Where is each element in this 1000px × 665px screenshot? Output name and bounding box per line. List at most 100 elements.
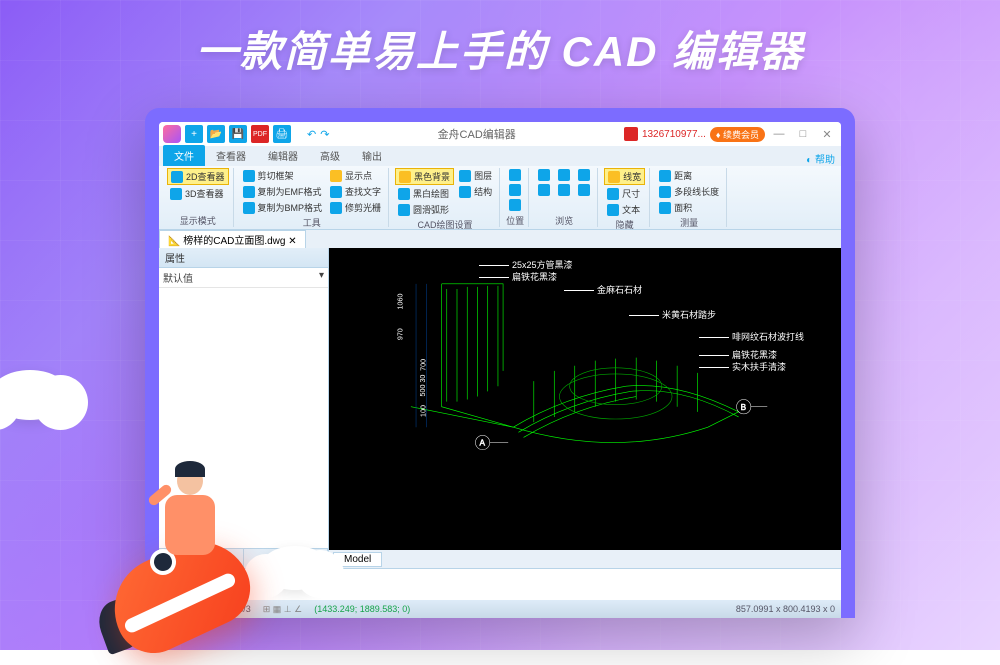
annotation: 实木扶手清漆 bbox=[699, 360, 786, 373]
svg-text:700: 700 bbox=[419, 359, 427, 371]
ribbon-tab[interactable]: 高级 bbox=[309, 145, 351, 166]
ribbon-group-label: 工具 bbox=[240, 215, 385, 229]
file-tabs: 📐 榜样的CAD立面图.dwg ✕ bbox=[159, 230, 841, 248]
ribbon-item-icon bbox=[659, 202, 671, 214]
ribbon-item[interactable] bbox=[535, 168, 553, 182]
new-button[interactable]: + bbox=[185, 125, 203, 143]
close-button[interactable]: ✕ bbox=[817, 128, 837, 141]
ribbon-item[interactable] bbox=[506, 198, 524, 212]
svg-text:A: A bbox=[480, 439, 486, 448]
ribbon-item[interactable]: 结构 bbox=[456, 184, 495, 199]
file-tab[interactable]: 📐 榜样的CAD立面图.dwg ✕ bbox=[159, 230, 306, 248]
ribbon-item[interactable]: 距离 bbox=[656, 168, 722, 183]
ribbon-item[interactable]: 2D查看器 bbox=[167, 168, 229, 185]
ribbon-tab[interactable]: 输出 bbox=[351, 145, 393, 166]
ribbon-item-icon bbox=[330, 170, 342, 182]
phone-number: 1326710977... bbox=[642, 129, 706, 140]
ribbon-group: 线宽尺寸文本隐藏 bbox=[600, 168, 650, 227]
ribbon: 2D查看器3D查看器显示模式 剪切框架复制为EMF格式复制为BMP格式 显示点查找文… bbox=[159, 166, 841, 230]
ribbon-item[interactable] bbox=[506, 168, 524, 182]
ribbon-item-icon bbox=[509, 184, 521, 196]
svg-text:B: B bbox=[741, 403, 747, 412]
help-link[interactable]: ◐ 帮助 bbox=[806, 151, 835, 166]
svg-text:100: 100 bbox=[419, 405, 427, 417]
ribbon-item[interactable] bbox=[555, 183, 573, 197]
ribbon-tabs: 文件查看器编辑器高级输出 ◐ 帮助 bbox=[159, 146, 841, 166]
drawing-canvas[interactable]: 1060 970 700 500 30 100 A B 25x25方管黑漆 扁铁… bbox=[329, 248, 841, 550]
ribbon-item[interactable]: 图层 bbox=[456, 168, 495, 183]
status-extent: 857.0991 x 800.4193 x 0 bbox=[736, 604, 835, 614]
ribbon-item-icon bbox=[659, 170, 671, 182]
ribbon-item-icon bbox=[608, 171, 620, 183]
ribbon-group-label: 隐藏 bbox=[604, 217, 645, 231]
ribbon-item[interactable]: 修剪光栅 bbox=[327, 200, 384, 215]
member-badge[interactable]: ♦ 续费会员 bbox=[710, 127, 765, 142]
save-button[interactable]: 💾 bbox=[229, 125, 247, 143]
ribbon-item[interactable] bbox=[575, 183, 593, 197]
ribbon-item[interactable]: 3D查看器 bbox=[167, 186, 229, 201]
ribbon-item[interactable] bbox=[506, 183, 524, 197]
ribbon-item-icon bbox=[459, 186, 471, 198]
ribbon-item[interactable]: 圆滑弧形 bbox=[395, 202, 454, 217]
ribbon-group: 黑色背景黑白绘图圆滑弧形图层结构CAD绘图设置 bbox=[391, 168, 500, 227]
ribbon-item-icon bbox=[509, 169, 521, 181]
ribbon-item[interactable]: 黑白绘图 bbox=[395, 186, 454, 201]
status-coords: (1433.249; 1889.583; 0) bbox=[314, 604, 410, 614]
ribbon-group-label: 显示模式 bbox=[167, 213, 229, 227]
ribbon-item[interactable] bbox=[555, 168, 573, 182]
ribbon-item[interactable]: 尺寸 bbox=[604, 186, 645, 201]
ribbon-item-icon bbox=[330, 186, 342, 198]
ribbon-group-label: 测量 bbox=[656, 215, 722, 229]
ribbon-item[interactable] bbox=[535, 183, 553, 197]
annotation: 米黄石材踏步 bbox=[629, 308, 716, 321]
ribbon-group: 浏览 bbox=[531, 168, 598, 227]
pdf-button[interactable]: PDF bbox=[251, 125, 269, 143]
ribbon-item-icon bbox=[538, 169, 550, 181]
ribbon-item[interactable]: 文本 bbox=[604, 202, 645, 217]
redo-icon[interactable]: ↷ bbox=[320, 128, 329, 141]
ribbon-item[interactable]: 显示点 bbox=[327, 168, 384, 183]
ribbon-item-icon bbox=[398, 204, 410, 216]
ribbon-group-label: CAD绘图设置 bbox=[395, 217, 495, 231]
ribbon-item[interactable]: 多段线长度 bbox=[656, 184, 722, 199]
ribbon-item-icon bbox=[243, 186, 255, 198]
ribbon-item[interactable]: 查找文字 bbox=[327, 184, 384, 199]
ribbon-item[interactable]: 复制为BMP格式 bbox=[240, 200, 326, 215]
ribbon-tab[interactable]: 编辑器 bbox=[257, 145, 309, 166]
ribbon-group-label: 浏览 bbox=[535, 213, 593, 227]
ribbon-item[interactable]: 线宽 bbox=[604, 168, 645, 185]
ribbon-item-icon bbox=[558, 184, 570, 196]
ribbon-item-icon bbox=[607, 204, 619, 216]
prop-default[interactable]: 默认值 bbox=[159, 268, 244, 287]
ribbon-item-icon bbox=[459, 170, 471, 182]
ribbon-item-icon bbox=[558, 169, 570, 181]
svg-text:1060: 1060 bbox=[397, 293, 405, 309]
cloud-decoration bbox=[0, 370, 70, 420]
ribbon-item[interactable] bbox=[575, 168, 593, 182]
open-button[interactable]: 📂 bbox=[207, 125, 225, 143]
print-button[interactable]: 🖨 bbox=[273, 125, 291, 143]
annotation: 啡网纹石材波打线 bbox=[699, 330, 804, 343]
ribbon-group-label: 位置 bbox=[506, 213, 524, 227]
hero-title: 一款简单易上手的 CAD 编辑器 bbox=[0, 18, 1000, 79]
properties-header: 属性 bbox=[159, 248, 328, 268]
svg-text:500 30: 500 30 bbox=[419, 375, 427, 397]
ribbon-item-icon bbox=[170, 188, 182, 200]
undo-icon[interactable]: ↶ bbox=[307, 128, 316, 141]
ribbon-item-icon bbox=[243, 202, 255, 214]
ribbon-item[interactable]: 剪切框架 bbox=[240, 168, 326, 183]
ribbon-item-icon bbox=[659, 186, 671, 198]
app-icon bbox=[163, 125, 181, 143]
ribbon-item-icon bbox=[399, 171, 411, 183]
minimize-button[interactable]: — bbox=[769, 128, 789, 140]
ribbon-tab[interactable]: 查看器 bbox=[205, 145, 257, 166]
ribbon-item[interactable]: 面积 bbox=[656, 200, 722, 215]
ribbon-item-icon bbox=[171, 171, 183, 183]
ribbon-item[interactable]: 黑色背景 bbox=[395, 168, 454, 185]
annotation: 扁铁花黑漆 bbox=[479, 270, 557, 283]
maximize-button[interactable]: □ bbox=[793, 128, 813, 140]
ribbon-tab[interactable]: 文件 bbox=[163, 145, 205, 166]
ribbon-item-icon bbox=[607, 188, 619, 200]
ribbon-item[interactable]: 复制为EMF格式 bbox=[240, 184, 326, 199]
ribbon-item-icon bbox=[538, 184, 550, 196]
